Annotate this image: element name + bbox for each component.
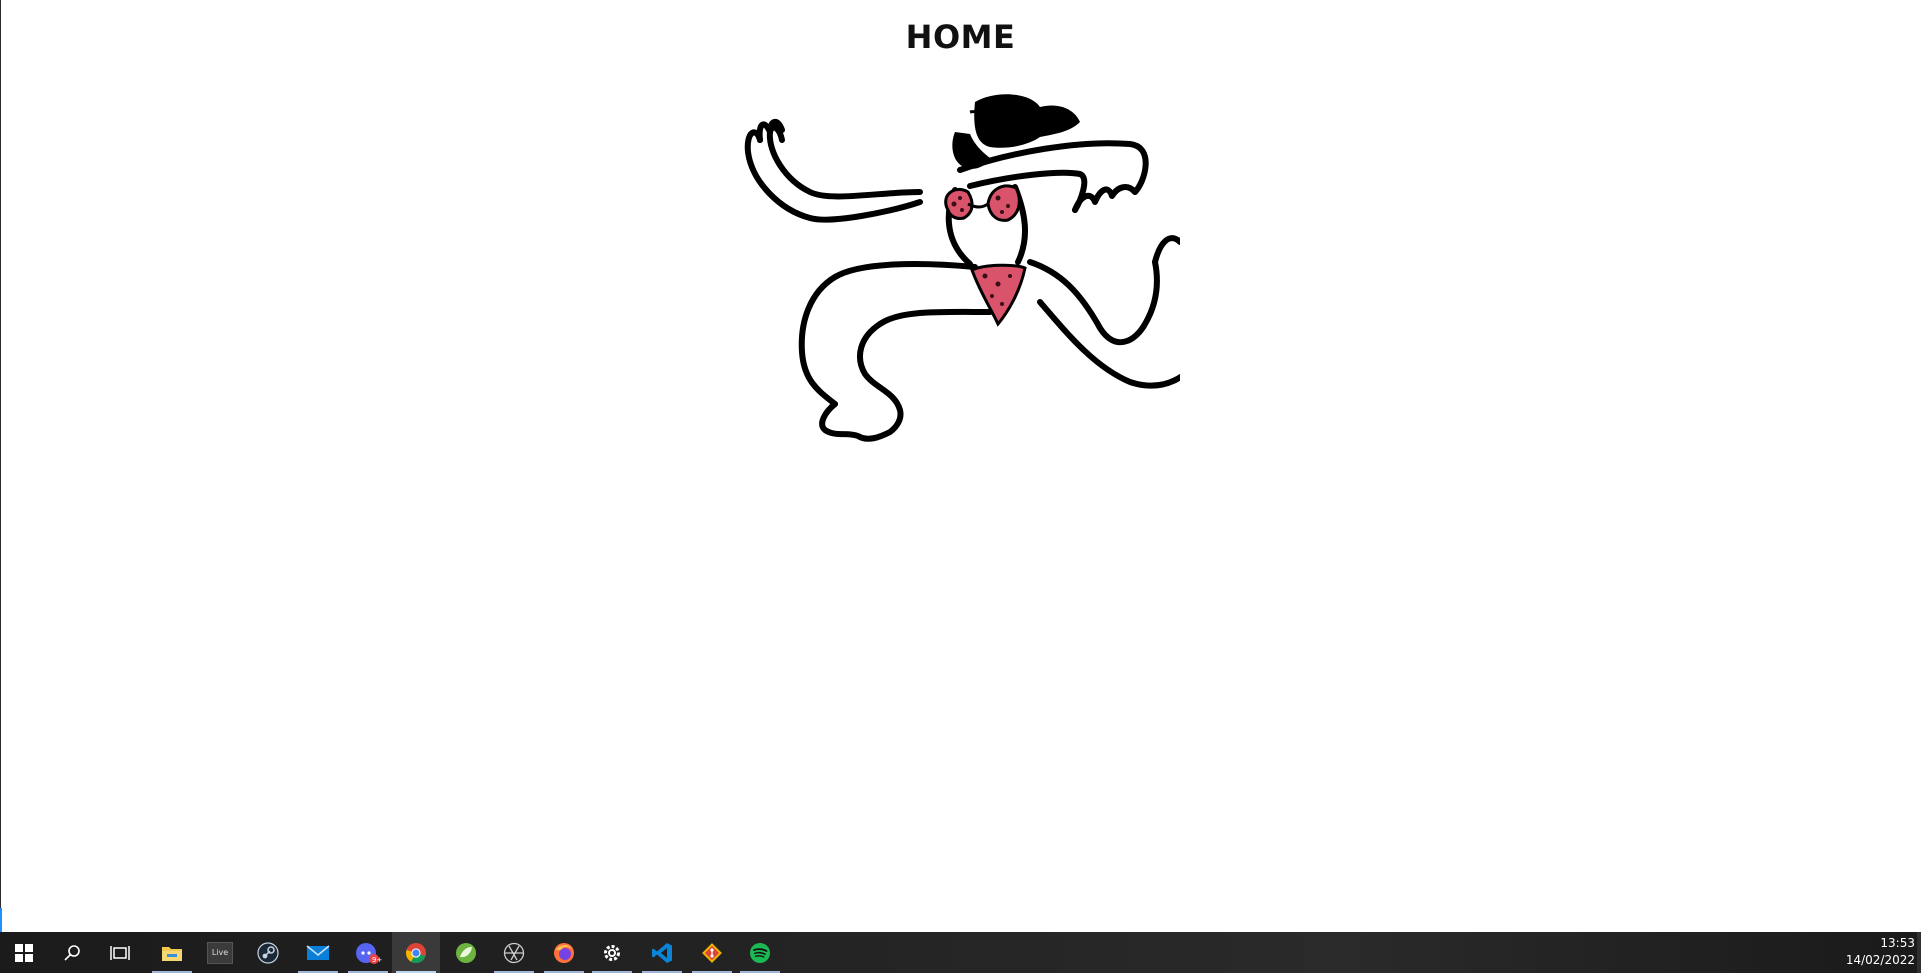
window-accent-marker <box>0 908 2 932</box>
chrome-icon[interactable] <box>392 932 440 973</box>
page-title: HOME <box>905 18 1016 56</box>
mail-icon[interactable] <box>294 932 342 973</box>
spotify-icon[interactable] <box>736 932 784 973</box>
discord-icon[interactable]: 9+ <box>344 932 392 973</box>
system-clock[interactable]: 13:53 14/02/2022 <box>1835 935 1915 969</box>
taskbar: Live 9+ 13:53 14/02/2022 <box>0 932 1921 973</box>
live-app-label: Live <box>207 941 233 964</box>
search-icon[interactable] <box>48 932 96 973</box>
windows-start-icon[interactable] <box>0 932 48 973</box>
show-desktop-button[interactable] <box>1917 932 1921 973</box>
vscode-icon[interactable] <box>638 932 686 973</box>
clock-date: 14/02/2022 <box>1845 953 1915 967</box>
dancing-figure-illustration <box>740 92 1180 452</box>
settings-icon[interactable] <box>588 932 636 973</box>
git-icon[interactable] <box>688 932 736 973</box>
spring-icon[interactable] <box>442 932 490 973</box>
aperture-icon[interactable] <box>490 932 538 973</box>
clock-time: 13:53 <box>1880 936 1915 950</box>
live-app-icon[interactable]: Live <box>196 932 244 973</box>
steam-icon[interactable] <box>244 932 292 973</box>
firefox-icon[interactable] <box>540 932 588 973</box>
window-left-border <box>0 0 1 932</box>
task-view-icon[interactable] <box>96 932 144 973</box>
file-explorer-icon[interactable] <box>148 932 196 973</box>
discord-badge: 9+ <box>372 956 383 964</box>
